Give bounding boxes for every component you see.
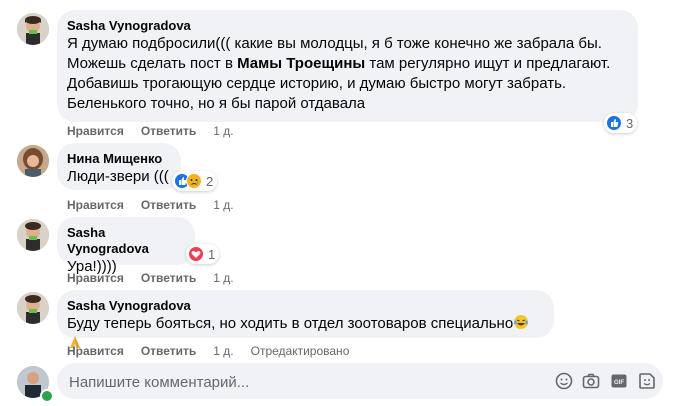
like-button[interactable]: Нравится xyxy=(67,270,124,286)
reaction-summary[interactable]: 1 xyxy=(186,244,220,264)
avatar[interactable] xyxy=(17,292,49,324)
comment-actions: Нравится Ответить 1 д. xyxy=(67,123,251,139)
comment-actions: Нравится Ответить 1 д. xyxy=(67,270,251,286)
reaction-summary[interactable]: 3 xyxy=(604,113,638,133)
like-button[interactable]: Нравится xyxy=(67,343,124,359)
comment-timestamp[interactable]: 1 д. xyxy=(213,270,233,286)
love-reaction-icon xyxy=(188,246,204,262)
comment-line: Добавишь трогающую сердце историю, и дум… xyxy=(67,75,567,92)
laughing-crying-emoji-icon xyxy=(513,314,529,330)
comment-timestamp[interactable]: 1 д. xyxy=(213,343,233,359)
comment-text: Люди-звери ((( xyxy=(67,168,169,185)
comment-author[interactable]: Нина Мищенко xyxy=(67,151,169,167)
comment-author[interactable]: Sasha Vynogradova xyxy=(67,225,183,257)
comment-bubble: Нина Мищенко Люди-звери ((( xyxy=(57,143,181,190)
avatar[interactable] xyxy=(17,145,49,177)
comment-composer: GIF xyxy=(57,363,663,401)
reaction-count: 3 xyxy=(626,115,634,131)
comment-line: Можешь сделать пост в Мамы Троещины там … xyxy=(67,54,626,74)
avatar[interactable] xyxy=(17,219,49,251)
gif-icon[interactable]: GIF xyxy=(610,372,628,390)
like-button[interactable]: Нравится xyxy=(67,197,124,213)
comment-text-segment: там регулярно ищут и предлагают. xyxy=(365,55,611,72)
reply-button[interactable]: Ответить xyxy=(141,270,196,286)
group-link[interactable]: Мамы Троещины xyxy=(237,55,365,72)
emoji-icon[interactable] xyxy=(555,372,573,390)
comment-timestamp[interactable]: 1 д. xyxy=(213,197,233,213)
like-reaction-icon xyxy=(606,115,622,131)
comment-line: Беленького точно, но я бы парой отдавала xyxy=(67,95,366,112)
like-button[interactable]: Нравится xyxy=(67,123,124,139)
reply-button[interactable]: Ответить xyxy=(141,123,196,139)
comment-bubble: Sasha Vynogradova Я думаю подбросили((( … xyxy=(57,10,638,122)
reply-button[interactable]: Ответить xyxy=(141,197,196,213)
comment-bubble: Sasha Vynogradova Буду теперь бояться, н… xyxy=(57,290,554,348)
reaction-count: 1 xyxy=(208,246,216,262)
svg-text:GIF: GIF xyxy=(614,380,624,386)
comment-author[interactable]: Sasha Vynogradova xyxy=(67,298,542,314)
comment-author[interactable]: Sasha Vynogradova xyxy=(67,18,626,34)
comment-text-segment: Буду теперь бояться, но ходить в отдел з… xyxy=(67,315,514,332)
comment-input[interactable] xyxy=(67,363,541,401)
camera-icon[interactable] xyxy=(582,372,600,390)
reaction-summary[interactable]: 2 xyxy=(172,171,218,191)
edited-label[interactable]: Отредактировано xyxy=(251,343,350,359)
sad-reaction-icon xyxy=(186,173,202,189)
sticker-icon[interactable] xyxy=(638,372,656,390)
comment-text-segment: Можешь сделать пост в xyxy=(67,55,238,72)
comment-bubble: Sasha Vynogradova Ура!)))) xyxy=(57,217,195,275)
comment-actions: Нравится Ответить 1 д. xyxy=(67,197,251,213)
comment-actions: Нравится Ответить 1 д. Отредактировано xyxy=(67,343,366,359)
reaction-count: 2 xyxy=(206,173,214,189)
comment-text: Я думаю подбросили((( какие вы молодцы, … xyxy=(67,34,626,114)
comment-timestamp[interactable]: 1 д. xyxy=(213,123,233,139)
comment-line: Я думаю подбросили((( какие вы молодцы, … xyxy=(67,35,602,52)
reply-button[interactable]: Ответить xyxy=(141,343,196,359)
online-status-icon xyxy=(40,389,54,403)
avatar[interactable] xyxy=(17,13,49,45)
